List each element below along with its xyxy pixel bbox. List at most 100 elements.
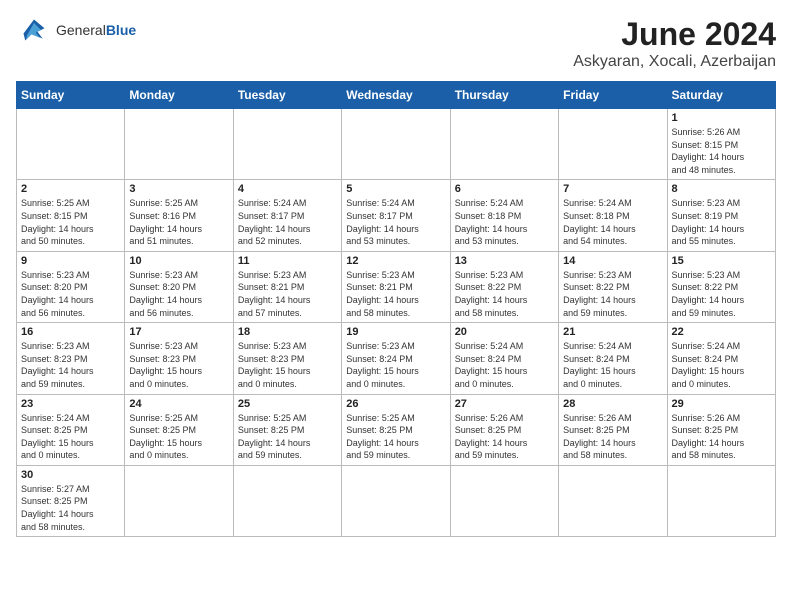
day-number: 28: [563, 398, 662, 410]
calendar-cell: [342, 465, 450, 536]
calendar-cell: [125, 465, 233, 536]
day-number: 26: [346, 398, 445, 410]
day-info: Sunrise: 5:23 AM Sunset: 8:21 PM Dayligh…: [346, 269, 445, 319]
day-info: Sunrise: 5:23 AM Sunset: 8:23 PM Dayligh…: [21, 340, 120, 390]
calendar-week-row: 9 Sunrise: 5:23 AM Sunset: 8:20 PM Daylig…: [17, 251, 776, 322]
calendar-week-row: 16 Sunrise: 5:23 AM Sunset: 8:23 PM Dayli…: [17, 323, 776, 394]
day-number: 5: [346, 183, 445, 195]
day-number: 17: [129, 326, 228, 338]
calendar-cell: 5 Sunrise: 5:24 AM Sunset: 8:17 PM Daylig…: [342, 180, 450, 251]
weekday-header: Tuesday: [233, 82, 341, 109]
calendar-cell: [559, 109, 667, 180]
day-number: 4: [238, 183, 337, 195]
logo-text: GeneralBlue: [56, 22, 136, 38]
day-number: 11: [238, 255, 337, 267]
day-info: Sunrise: 5:26 AM Sunset: 8:15 PM Dayligh…: [672, 126, 771, 176]
weekday-header: Thursday: [450, 82, 558, 109]
weekday-header: Friday: [559, 82, 667, 109]
calendar-cell: 1 Sunrise: 5:26 AM Sunset: 8:15 PM Daylig…: [667, 109, 775, 180]
calendar-cell: 29 Sunrise: 5:26 AM Sunset: 8:25 PM Dayli…: [667, 394, 775, 465]
day-info: Sunrise: 5:24 AM Sunset: 8:24 PM Dayligh…: [672, 340, 771, 390]
weekday-header-row: SundayMondayTuesdayWednesdayThursdayFrid…: [17, 82, 776, 109]
calendar-cell: [450, 465, 558, 536]
day-number: 22: [672, 326, 771, 338]
calendar-cell: 13Sunrise: 5:23 AM Sunset: 8:22 PM Dayli…: [450, 251, 558, 322]
day-info: Sunrise: 5:23 AM Sunset: 8:22 PM Dayligh…: [455, 269, 554, 319]
day-info: Sunrise: 5:23 AM Sunset: 8:22 PM Dayligh…: [672, 269, 771, 319]
month-title: June 2024: [573, 16, 776, 53]
day-info: Sunrise: 5:24 AM Sunset: 8:25 PM Dayligh…: [21, 412, 120, 462]
calendar-cell: 27 Sunrise: 5:26 AM Sunset: 8:25 PM Dayli…: [450, 394, 558, 465]
calendar-cell: 20 Sunrise: 5:24 AM Sunset: 8:24 PM Dayli…: [450, 323, 558, 394]
day-number: 8: [672, 183, 771, 195]
calendar-cell: 11Sunrise: 5:23 AM Sunset: 8:21 PM Dayli…: [233, 251, 341, 322]
day-info: Sunrise: 5:24 AM Sunset: 8:17 PM Dayligh…: [238, 197, 337, 247]
calendar-cell: 19Sunrise: 5:23 AM Sunset: 8:24 PM Dayli…: [342, 323, 450, 394]
day-info: Sunrise: 5:23 AM Sunset: 8:20 PM Dayligh…: [129, 269, 228, 319]
day-info: Sunrise: 5:24 AM Sunset: 8:17 PM Dayligh…: [346, 197, 445, 247]
day-info: Sunrise: 5:27 AM Sunset: 8:25 PM Dayligh…: [21, 483, 120, 533]
day-number: 7: [563, 183, 662, 195]
day-info: Sunrise: 5:25 AM Sunset: 8:25 PM Dayligh…: [346, 412, 445, 462]
calendar-cell: 7Sunrise: 5:24 AM Sunset: 8:18 PM Daylig…: [559, 180, 667, 251]
location-title: Askyaran, Xocali, Azerbaijan: [573, 53, 776, 71]
calendar-cell: 9Sunrise: 5:23 AM Sunset: 8:20 PM Daylig…: [17, 251, 125, 322]
day-info: Sunrise: 5:24 AM Sunset: 8:18 PM Dayligh…: [455, 197, 554, 247]
calendar-cell: [233, 109, 341, 180]
day-number: 20: [455, 326, 554, 338]
calendar: SundayMondayTuesdayWednesdayThursdayFrid…: [16, 81, 776, 537]
calendar-cell: 6 Sunrise: 5:24 AM Sunset: 8:18 PM Daylig…: [450, 180, 558, 251]
calendar-cell: 26 Sunrise: 5:25 AM Sunset: 8:25 PM Dayli…: [342, 394, 450, 465]
day-info: Sunrise: 5:24 AM Sunset: 8:24 PM Dayligh…: [563, 340, 662, 390]
day-number: 23: [21, 398, 120, 410]
calendar-cell: 3Sunrise: 5:25 AM Sunset: 8:16 PM Daylig…: [125, 180, 233, 251]
weekday-header: Sunday: [17, 82, 125, 109]
calendar-cell: 14Sunrise: 5:23 AM Sunset: 8:22 PM Dayli…: [559, 251, 667, 322]
calendar-cell: 23 Sunrise: 5:24 AM Sunset: 8:25 PM Dayli…: [17, 394, 125, 465]
day-number: 29: [672, 398, 771, 410]
logo: GeneralBlue: [16, 16, 136, 44]
weekday-header: Saturday: [667, 82, 775, 109]
calendar-cell: [233, 465, 341, 536]
day-info: Sunrise: 5:23 AM Sunset: 8:23 PM Dayligh…: [238, 340, 337, 390]
day-info: Sunrise: 5:25 AM Sunset: 8:25 PM Dayligh…: [129, 412, 228, 462]
day-number: 24: [129, 398, 228, 410]
calendar-cell: 28 Sunrise: 5:26 AM Sunset: 8:25 PM Dayli…: [559, 394, 667, 465]
calendar-cell: 8 Sunrise: 5:23 AM Sunset: 8:19 PM Daylig…: [667, 180, 775, 251]
day-number: 6: [455, 183, 554, 195]
day-number: 2: [21, 183, 120, 195]
calendar-cell: 4 Sunrise: 5:24 AM Sunset: 8:17 PM Daylig…: [233, 180, 341, 251]
day-number: 1: [672, 112, 771, 124]
day-info: Sunrise: 5:23 AM Sunset: 8:19 PM Dayligh…: [672, 197, 771, 247]
day-info: Sunrise: 5:23 AM Sunset: 8:24 PM Dayligh…: [346, 340, 445, 390]
day-number: 27: [455, 398, 554, 410]
day-number: 3: [129, 183, 228, 195]
day-number: 15: [672, 255, 771, 267]
calendar-cell: [17, 109, 125, 180]
day-number: 9: [21, 255, 120, 267]
day-info: Sunrise: 5:26 AM Sunset: 8:25 PM Dayligh…: [672, 412, 771, 462]
day-number: 16: [21, 326, 120, 338]
calendar-cell: 22 Sunrise: 5:24 AM Sunset: 8:24 PM Dayli…: [667, 323, 775, 394]
day-info: Sunrise: 5:25 AM Sunset: 8:25 PM Dayligh…: [238, 412, 337, 462]
calendar-cell: [342, 109, 450, 180]
calendar-week-row: 1 Sunrise: 5:26 AM Sunset: 8:15 PM Daylig…: [17, 109, 776, 180]
day-number: 18: [238, 326, 337, 338]
calendar-cell: 16 Sunrise: 5:23 AM Sunset: 8:23 PM Dayli…: [17, 323, 125, 394]
calendar-cell: 25Sunrise: 5:25 AM Sunset: 8:25 PM Dayli…: [233, 394, 341, 465]
day-number: 10: [129, 255, 228, 267]
calendar-cell: 10 Sunrise: 5:23 AM Sunset: 8:20 PM Dayli…: [125, 251, 233, 322]
calendar-cell: 17Sunrise: 5:23 AM Sunset: 8:23 PM Dayli…: [125, 323, 233, 394]
weekday-header: Wednesday: [342, 82, 450, 109]
calendar-cell: 24 Sunrise: 5:25 AM Sunset: 8:25 PM Dayli…: [125, 394, 233, 465]
logo-icon: [16, 16, 52, 44]
day-info: Sunrise: 5:26 AM Sunset: 8:25 PM Dayligh…: [563, 412, 662, 462]
day-number: 21: [563, 326, 662, 338]
day-info: Sunrise: 5:25 AM Sunset: 8:15 PM Dayligh…: [21, 197, 120, 247]
day-info: Sunrise: 5:26 AM Sunset: 8:25 PM Dayligh…: [455, 412, 554, 462]
title-area: June 2024 Askyaran, Xocali, Azerbaijan: [573, 16, 776, 71]
calendar-cell: [559, 465, 667, 536]
day-info: Sunrise: 5:24 AM Sunset: 8:24 PM Dayligh…: [455, 340, 554, 390]
day-info: Sunrise: 5:23 AM Sunset: 8:22 PM Dayligh…: [563, 269, 662, 319]
calendar-week-row: 30Sunrise: 5:27 AM Sunset: 8:25 PM Dayli…: [17, 465, 776, 536]
